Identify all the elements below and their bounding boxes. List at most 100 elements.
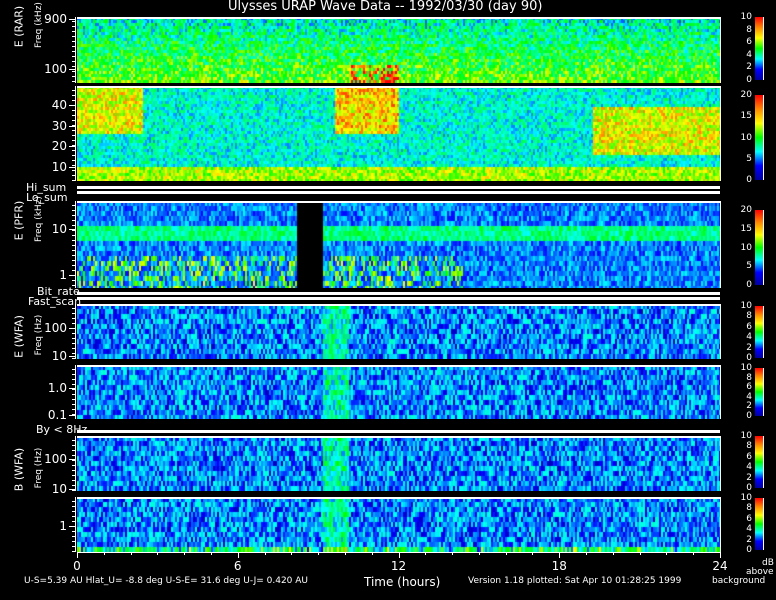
y-tick-mark xyxy=(69,167,76,168)
y-minor-tick xyxy=(72,536,76,537)
colorbar-tick-label: 6 xyxy=(746,513,752,524)
panel-ylabel: E (RAR) xyxy=(12,5,26,48)
y-tick-mark xyxy=(69,69,76,70)
colorbar-tick-label: 8 xyxy=(746,311,752,322)
colorbar-tick-label: 10 xyxy=(740,12,752,22)
y-minor-tick xyxy=(72,475,76,476)
y-minor-tick xyxy=(72,180,76,181)
y-minor-tick xyxy=(72,275,76,276)
status-bar-line xyxy=(77,292,720,295)
colorbar-pfr xyxy=(755,210,764,285)
x-minor-tick xyxy=(210,552,212,555)
colorbar-tick-label: 10 xyxy=(740,301,752,311)
y-minor-tick xyxy=(72,348,76,349)
status-bar-line xyxy=(77,186,720,189)
x-tick-label: 12 xyxy=(390,559,407,573)
colorbar-tick-label: 0 xyxy=(746,483,752,493)
panel-frame-pfr xyxy=(77,201,720,288)
y-minor-tick xyxy=(72,460,76,461)
colorbar-tick-label: 10 xyxy=(740,363,752,373)
colorbar-tick-label: 6 xyxy=(746,451,752,462)
y-minor-tick xyxy=(72,61,76,62)
y-minor-tick xyxy=(72,328,76,329)
footer-orbit-info: U-S=5.39 AU Hlat_U= -8.8 deg U-S-E= 31.6… xyxy=(24,576,309,586)
y-minor-tick xyxy=(72,445,76,446)
status-bar-line xyxy=(77,430,720,433)
y-minor-tick xyxy=(72,399,76,400)
y-minor-tick xyxy=(72,225,76,226)
y-minor-tick xyxy=(72,501,76,502)
x-minor-tick xyxy=(398,552,400,555)
x-minor-tick xyxy=(452,552,454,555)
y-minor-tick xyxy=(72,516,76,517)
colorbar-tick-label: 10 xyxy=(740,242,752,253)
y-tick-label: 1.0 xyxy=(47,381,67,395)
y-minor-tick xyxy=(72,374,76,375)
y-minor-tick xyxy=(72,250,76,251)
y-minor-tick xyxy=(72,323,76,324)
y-tick-mark xyxy=(69,356,76,357)
x-axis-label: Time (hours) xyxy=(364,575,441,589)
y-tick-label: 0.1 xyxy=(47,408,67,422)
y-minor-tick xyxy=(72,465,76,466)
right-axis-line xyxy=(720,201,721,288)
colorbar-tick-label: 0 xyxy=(746,280,752,290)
y-minor-tick xyxy=(72,135,76,136)
y-minor-tick xyxy=(72,215,76,216)
y-minor-tick xyxy=(72,110,76,111)
y-minor-tick xyxy=(72,270,76,271)
colorbar-tick-label: 6 xyxy=(746,382,752,393)
y-minor-tick xyxy=(72,150,76,151)
y-tick-mark xyxy=(69,146,76,147)
y-minor-tick xyxy=(72,506,76,507)
status-bar-label: Lo_sum xyxy=(26,191,68,204)
y-minor-tick xyxy=(72,31,76,32)
colorbar-tick-label: 0 xyxy=(746,175,752,185)
y-tick-label: 30 xyxy=(51,119,67,133)
y-tick-label: 1 xyxy=(59,519,67,533)
colorbar-tick-label: 20 xyxy=(740,90,752,100)
colorbar-tick-label: 8 xyxy=(746,372,752,383)
x-minor-tick xyxy=(371,552,373,555)
colorbar-tick-label: 4 xyxy=(746,49,752,60)
x-minor-tick xyxy=(344,552,346,555)
y-tick-label: 20 xyxy=(51,139,67,153)
x-minor-tick xyxy=(639,552,641,555)
x-minor-tick xyxy=(157,552,159,555)
y-minor-tick xyxy=(72,450,76,451)
y-minor-tick xyxy=(72,511,76,512)
colorbar-tick-label: 8 xyxy=(746,503,752,514)
y-minor-tick xyxy=(72,175,76,176)
panel-frame-wfa-e-low xyxy=(77,365,720,419)
y-minor-tick xyxy=(72,46,76,47)
y-tick-mark xyxy=(69,19,76,20)
status-bar-label: Fast_scan xyxy=(28,295,82,308)
x-minor-tick xyxy=(586,552,588,555)
x-minor-tick xyxy=(693,552,695,555)
colorbar-tick-label: 4 xyxy=(746,391,752,402)
y-minor-tick xyxy=(72,338,76,339)
y-minor-tick xyxy=(72,414,76,415)
y-minor-tick xyxy=(72,551,76,552)
y-minor-tick xyxy=(72,155,76,156)
y-minor-tick xyxy=(72,280,76,281)
colorbar-tick-label: 6 xyxy=(746,321,752,332)
x-minor-tick xyxy=(532,552,534,555)
y-minor-tick xyxy=(72,531,76,532)
colorbar-tick-label: 10 xyxy=(740,132,752,143)
y-minor-tick xyxy=(72,313,76,314)
y-minor-tick xyxy=(72,205,76,206)
x-tick-mark xyxy=(720,552,721,558)
y-minor-tick xyxy=(72,210,76,211)
y-minor-tick xyxy=(72,353,76,354)
y-minor-tick xyxy=(72,235,76,236)
y-minor-tick xyxy=(72,333,76,334)
x-minor-tick xyxy=(505,552,507,555)
y-minor-tick xyxy=(72,51,76,52)
x-minor-tick xyxy=(666,552,668,555)
y-minor-tick xyxy=(72,440,76,441)
colorbar-tick-label: 0 xyxy=(746,545,752,555)
y-tick-label: 10 xyxy=(51,482,67,496)
y-minor-tick xyxy=(72,56,76,57)
y-minor-tick xyxy=(72,230,76,231)
